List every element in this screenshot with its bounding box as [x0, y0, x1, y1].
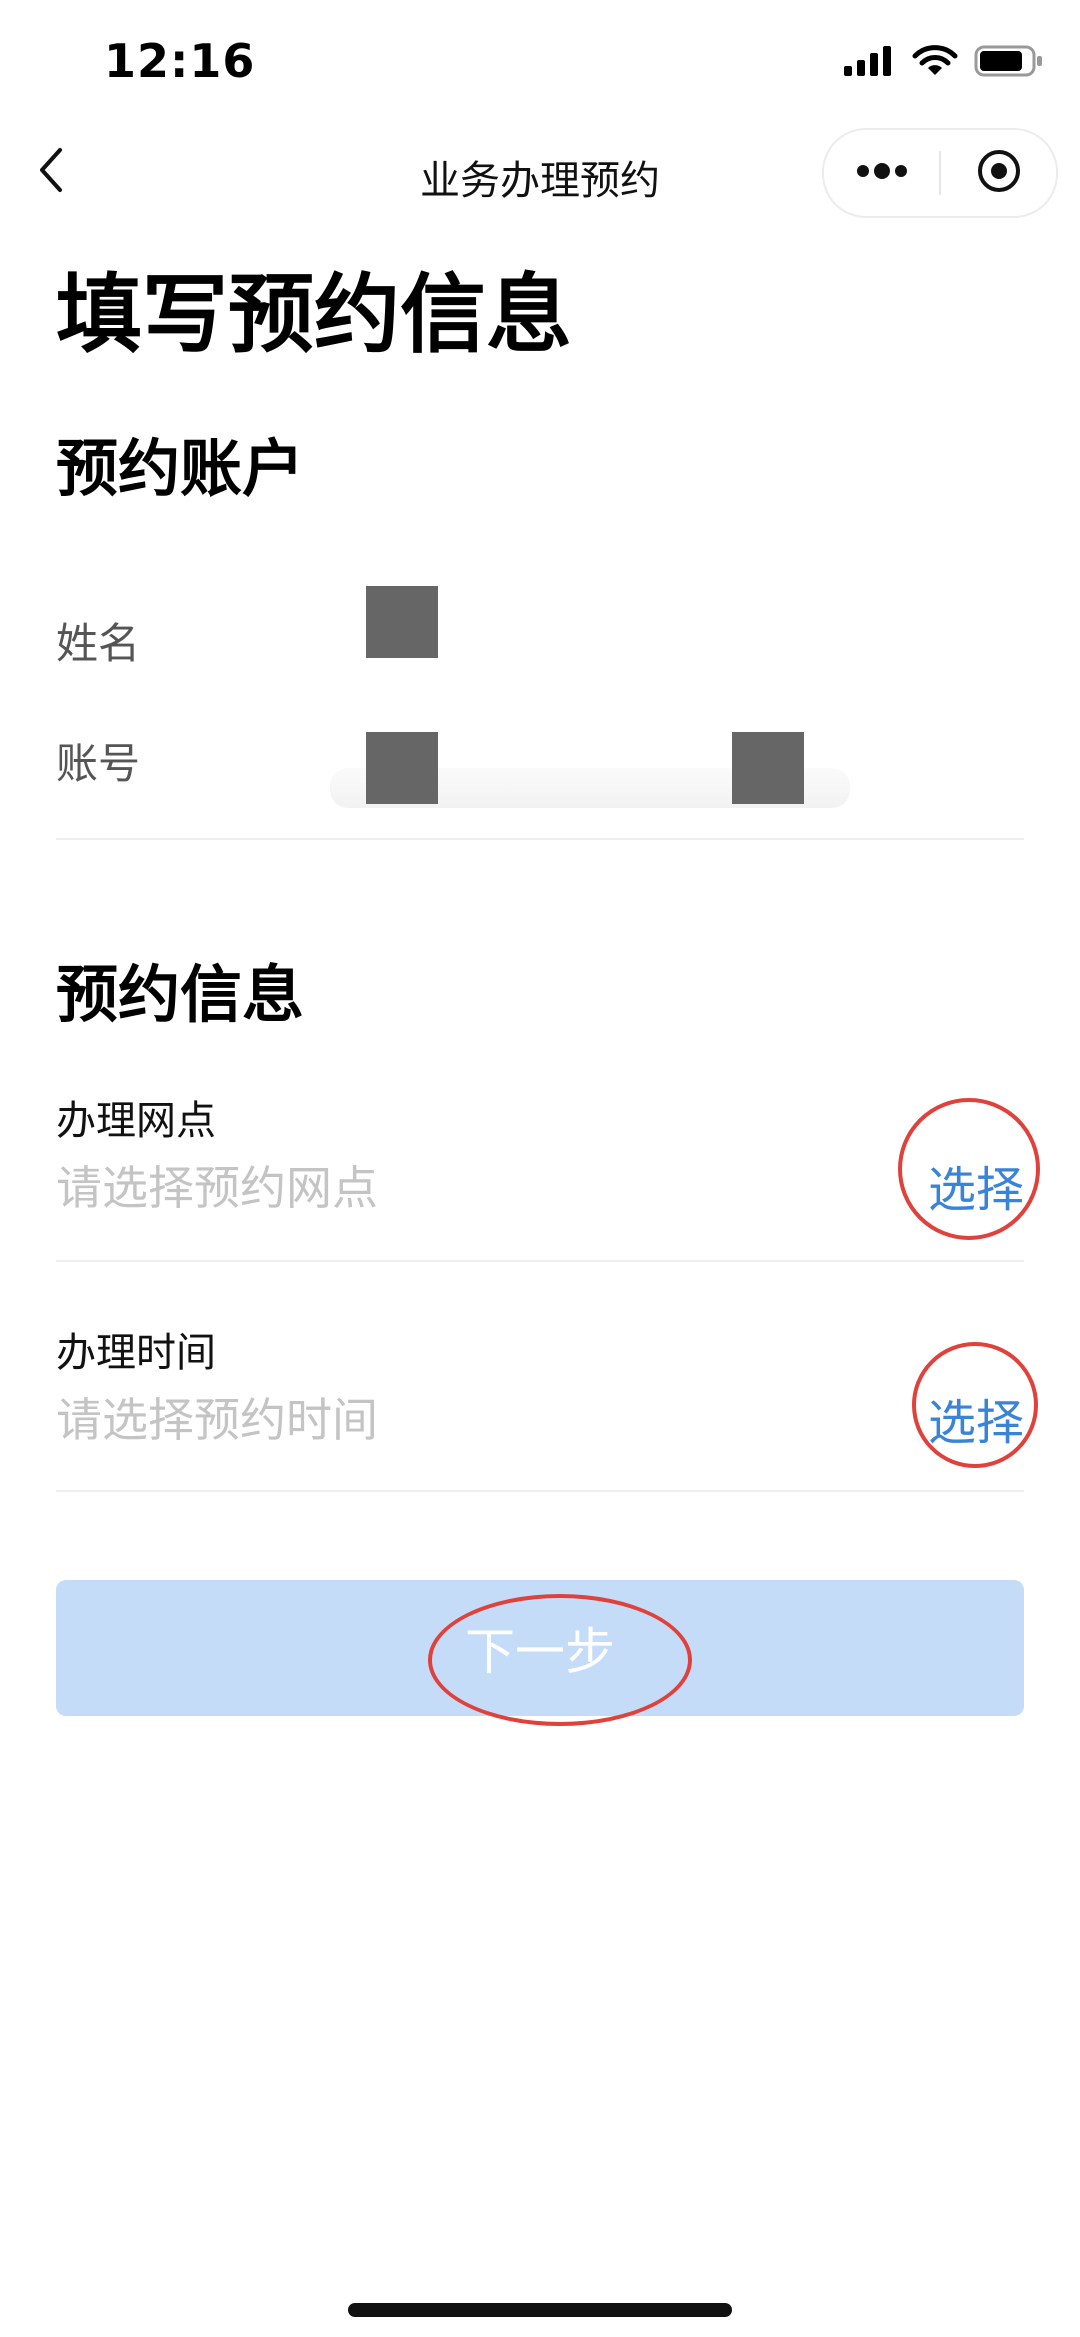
signal-icon [844, 44, 896, 82]
time-label: 办理时间 [56, 1330, 216, 1376]
divider [56, 1260, 1024, 1262]
more-icon [855, 163, 909, 183]
more-button[interactable] [824, 130, 939, 216]
branch-placeholder[interactable]: 请选择预约网点 [56, 1152, 378, 1218]
page-title: 填写预约信息 [56, 265, 572, 365]
close-program-button[interactable] [941, 130, 1056, 216]
account-label: 账号 [56, 739, 141, 788]
name-label: 姓名 [56, 619, 141, 668]
annotation-circle [912, 1342, 1038, 1468]
booking-section-title: 预约信息 [56, 958, 305, 1031]
divider [56, 838, 1024, 840]
battery-icon [974, 44, 1044, 82]
time-placeholder[interactable]: 请选择预约时间 [56, 1384, 378, 1450]
target-icon [976, 148, 1022, 198]
status-time: 12:16 [104, 34, 256, 88]
annotation-circle [898, 1098, 1040, 1240]
wifi-icon [912, 44, 958, 82]
mini-program-capsule [822, 128, 1058, 218]
account-section-title: 预约账户 [56, 432, 305, 505]
account-redaction-start [366, 732, 438, 804]
name-redaction [366, 586, 438, 658]
annotation-ellipse [428, 1594, 692, 1726]
home-indicator [348, 2303, 732, 2317]
account-redaction-end [732, 732, 804, 804]
divider [56, 1490, 1024, 1492]
status-icons [844, 40, 1044, 86]
branch-label: 办理网点 [56, 1098, 216, 1144]
